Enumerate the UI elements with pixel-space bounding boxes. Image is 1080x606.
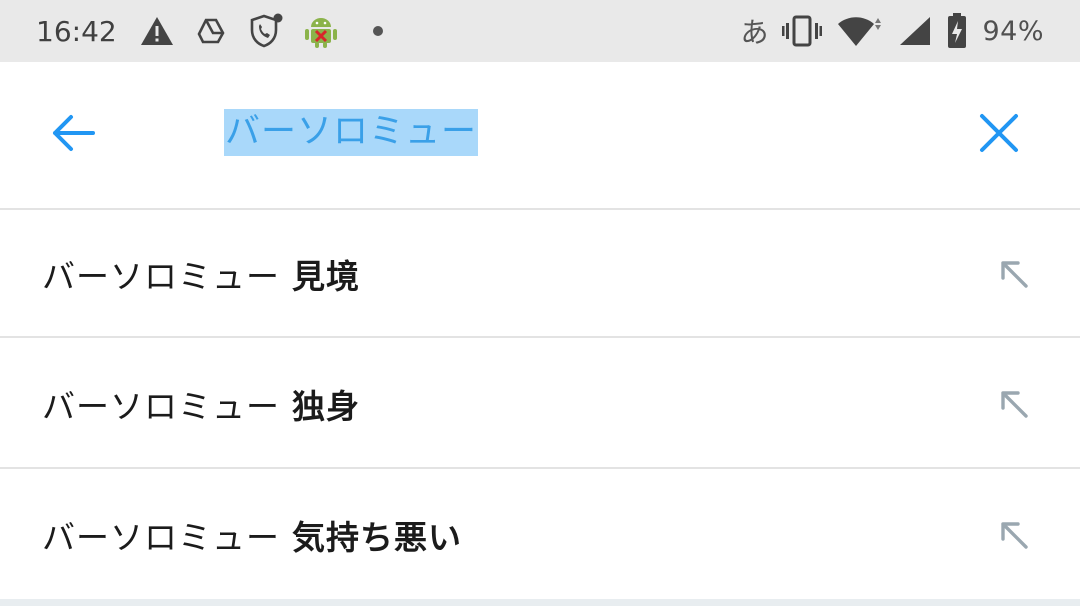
ime-indicator: あ — [740, 16, 769, 49]
status-time: 16:42 — [36, 14, 117, 48]
suggestion-text: バーソロミュー 気持ち悪い — [42, 511, 462, 559]
suggestion-base: バーソロミュー — [42, 257, 280, 296]
suggestion-suffix: 気持ち悪い — [292, 518, 462, 557]
back-button[interactable] — [40, 102, 106, 164]
warning-icon — [140, 11, 174, 51]
close-icon — [979, 113, 1019, 153]
arrow-up-left-icon[interactable] — [994, 384, 1034, 424]
suggestion-item[interactable]: バーソロミュー 独身 — [0, 340, 1080, 468]
suggestion-text: バーソロミュー 独身 — [42, 380, 360, 428]
search-bar: バーソロミュー — [0, 62, 1080, 208]
call-shield-icon — [248, 11, 284, 51]
suggestion-item[interactable]: バーソロミュー 気持ち悪い — [0, 471, 1080, 599]
dot-icon — [372, 11, 384, 51]
wifi-icon — [836, 11, 884, 51]
battery-charging-icon — [946, 11, 968, 51]
drive-icon — [196, 11, 226, 51]
suggestion-suffix: 独身 — [292, 387, 360, 426]
arrow-up-left-icon[interactable] — [994, 515, 1034, 555]
status-bar: 16:42 あ 94% — [0, 0, 1080, 62]
suggestion-base: バーソロミュー — [42, 387, 280, 426]
divider — [0, 336, 1080, 338]
battery-percent: 94% — [982, 15, 1044, 47]
android-debug-icon — [304, 11, 338, 51]
vibrate-icon — [782, 11, 823, 51]
clear-search-button[interactable] — [966, 102, 1032, 164]
signal-icon — [898, 11, 932, 51]
bottom-strip — [0, 599, 1080, 606]
divider — [0, 467, 1080, 469]
status-left: 16:42 — [0, 11, 384, 51]
search-input[interactable]: バーソロミュー — [224, 109, 479, 156]
suggestion-base: バーソロミュー — [42, 518, 280, 557]
arrow-up-left-icon[interactable] — [994, 254, 1034, 294]
suggestion-suffix: 見境 — [292, 257, 360, 296]
status-right: あ 94% — [740, 0, 1044, 62]
arrow-left-icon — [51, 113, 95, 153]
suggestion-item[interactable]: バーソロミュー 見境 — [0, 210, 1080, 338]
suggestion-text: バーソロミュー 見境 — [42, 250, 360, 298]
